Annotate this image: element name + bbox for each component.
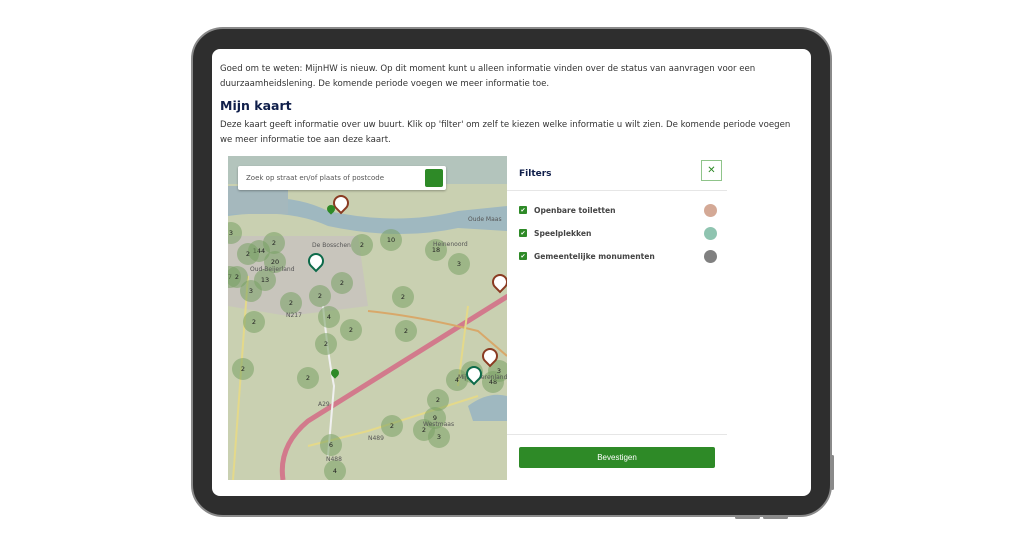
map-cluster[interactable]: 2 — [243, 311, 265, 333]
map-cluster[interactable]: 2 — [309, 285, 331, 307]
map-label: Heinenoord — [433, 241, 468, 248]
checkbox[interactable]: ✔ — [519, 206, 527, 214]
filter-label: Openbare toiletten — [534, 205, 616, 215]
filter-item[interactable]: ✔ Openbare toiletten — [519, 203, 717, 217]
section-description: Deze kaart geeft informatie over uw buur… — [220, 120, 791, 145]
map-cluster[interactable]: 2 — [297, 367, 319, 389]
search-button[interactable] — [238, 166, 443, 187]
map-cluster[interactable]: 4 — [324, 460, 346, 480]
map-cluster[interactable]: 2 — [351, 234, 373, 256]
map-cluster[interactable]: 2 — [237, 243, 259, 265]
filters-title: Filters — [519, 169, 552, 179]
map-label: N488 — [326, 456, 342, 463]
close-icon: ✕ — [707, 165, 716, 176]
hardware-button — [735, 516, 760, 519]
map-cluster[interactable]: 2 — [392, 286, 414, 308]
map-label: N489 — [368, 435, 384, 442]
filter-item[interactable]: ✔ Gemeentelijke monumenten — [519, 249, 717, 263]
map-cluster[interactable]: 2 — [340, 319, 362, 341]
color-swatch — [704, 249, 717, 263]
map-cluster[interactable]: 3 — [240, 280, 262, 302]
screen: Goed om te weten: MijnHW is nieuw. Op di… — [212, 49, 811, 496]
filter-label: Gemeentelijke monumenten — [534, 251, 655, 261]
map-cluster[interactable]: 2 — [280, 292, 302, 314]
color-swatch — [704, 203, 717, 217]
checkbox[interactable]: ✔ — [519, 252, 527, 260]
hardware-button — [763, 516, 788, 519]
hardware-button — [831, 455, 834, 490]
map-cluster[interactable]: 2 — [381, 415, 403, 437]
map-label: N217 — [286, 312, 302, 319]
divider — [507, 434, 727, 435]
map-cluster[interactable]: 10 — [380, 229, 402, 251]
map-label: De Bosschen — [312, 242, 351, 249]
search-icon — [238, 166, 247, 175]
map-cluster[interactable]: 4 — [318, 306, 340, 328]
section-title: Mijn kaart — [220, 98, 292, 113]
map-cluster[interactable]: 2 — [315, 333, 337, 355]
map-cluster[interactable]: 2 — [331, 272, 353, 294]
filter-label: Speelplekken — [534, 228, 592, 238]
color-swatch — [704, 226, 717, 240]
map-label: Oude Maas — [468, 216, 502, 223]
map-cluster[interactable]: 6 — [320, 434, 342, 456]
map-cluster[interactable]: 3 — [428, 426, 450, 448]
map-cluster[interactable]: 2 — [395, 320, 417, 342]
map-label: A29 — [318, 401, 330, 408]
intro-text: Goed om te weten: MijnHW is nieuw. Op di… — [220, 64, 756, 89]
map-label: Westmaas — [423, 421, 455, 428]
map-search[interactable]: Zoek op straat en/of plaats of postcode — [238, 166, 446, 190]
map-background — [228, 156, 507, 480]
divider — [507, 190, 727, 191]
map-cluster[interactable]: 2 — [232, 358, 254, 380]
map-label: Oud-Beijerland — [250, 266, 295, 273]
map[interactable]: 3144222072133222210183224222222642923464… — [228, 156, 507, 480]
filters-panel: Filters ✕ ✔ Openbare toiletten ✔ Speelplekk… — [507, 156, 727, 480]
filter-item[interactable]: ✔ Speelplekken — [519, 226, 717, 240]
close-filters-button[interactable]: ✕ — [701, 160, 722, 181]
map-search-input[interactable]: Zoek op straat en/of plaats of postcode — [238, 174, 425, 182]
checkbox[interactable]: ✔ — [519, 229, 527, 237]
map-cluster[interactable]: 3 — [448, 253, 470, 275]
confirm-button[interactable]: Bevestigen — [519, 447, 715, 468]
